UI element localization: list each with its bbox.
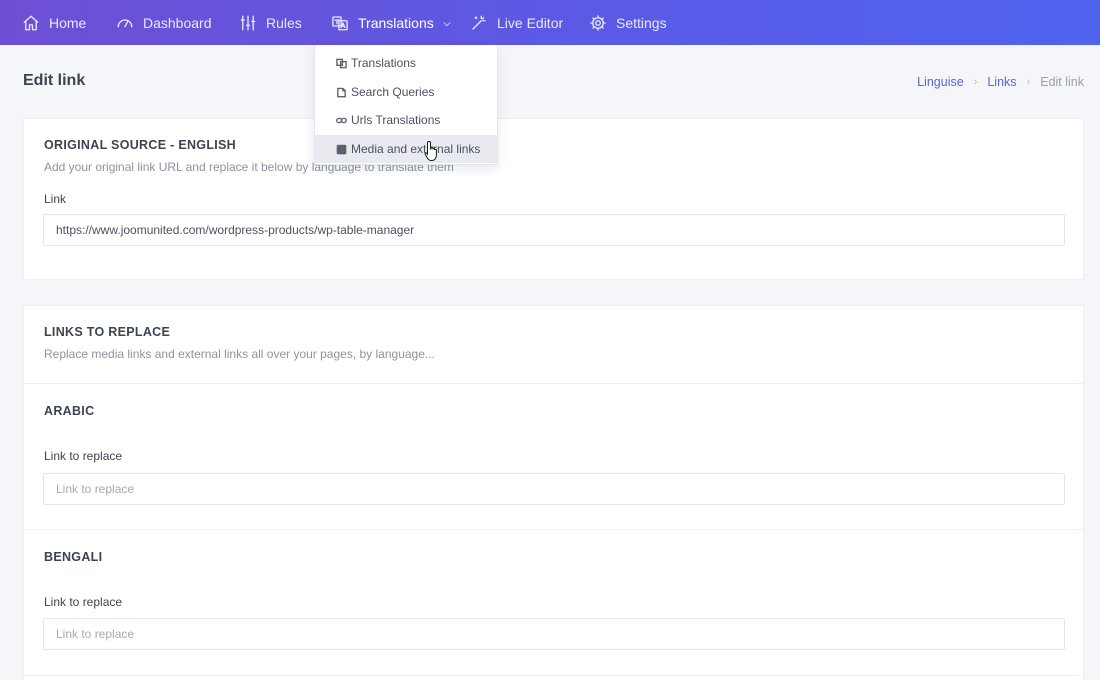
nav-dashboard[interactable]: Dashboard: [116, 0, 212, 45]
dropdown-item-label: Media and external links: [351, 142, 481, 156]
original-source-card: ORIGINAL SOURCE - ENGLISH Add your origi…: [23, 118, 1084, 280]
nav-settings[interactable]: Settings: [589, 0, 667, 45]
nav-live-editor[interactable]: Live Editor: [470, 0, 563, 45]
dropdown-item-search-queries[interactable]: Search Queries: [315, 78, 497, 106]
link-to-replace-label: Link to replace: [44, 449, 123, 463]
bengali-link-input[interactable]: [43, 618, 1065, 650]
dropdown-item-label: Translations: [351, 56, 416, 70]
breadcrumb: Linguise › Links › Edit link: [917, 75, 1084, 89]
chevron-down-icon: [443, 21, 451, 26]
section-divider: [24, 675, 1083, 676]
document-icon: [337, 87, 346, 97]
breadcrumb-linguise[interactable]: Linguise: [917, 75, 964, 89]
link-icon: [336, 117, 347, 123]
nav-translations[interactable]: Translations: [331, 0, 452, 45]
breadcrumb-separator: ›: [1026, 76, 1031, 88]
breadcrumb-current: Edit link: [1040, 75, 1084, 89]
sliders-icon: [240, 15, 256, 30]
nav-translations-label: Translations: [358, 14, 434, 31]
original-source-title: ORIGINAL SOURCE - ENGLISH: [44, 138, 237, 152]
dropdown-item-translations[interactable]: Translations: [315, 49, 497, 77]
translate-icon: [336, 58, 347, 68]
link-to-replace-label: Link to replace: [44, 595, 123, 609]
nav-home-label: Home: [49, 14, 87, 31]
nav-settings-label: Settings: [616, 14, 667, 31]
page-title: Edit link: [23, 72, 86, 89]
language-title-arabic: ARABIC: [44, 404, 95, 418]
arabic-link-input[interactable]: [43, 473, 1065, 505]
gauge-icon: [117, 18, 133, 27]
nav-rules-label: Rules: [266, 14, 302, 31]
section-divider: [24, 383, 1083, 384]
home-icon: [23, 15, 39, 30]
links-to-replace-card: LINKS TO REPLACE Replace media links and…: [23, 305, 1084, 680]
dropdown-item-urls-translations[interactable]: Urls Translations: [315, 106, 497, 134]
links-to-replace-description: Replace media links and external links a…: [44, 347, 435, 361]
hand-cursor-icon: [424, 140, 437, 161]
translations-dropdown: Translations Search Queries Urls Transla…: [314, 45, 498, 165]
gear-icon: [590, 14, 606, 31]
breadcrumb-separator: ›: [973, 76, 978, 88]
top-navbar: Home Dashboard Rules Translations Live E…: [0, 0, 1100, 45]
dropdown-item-label: Search Queries: [351, 85, 435, 99]
translate-icon: [332, 15, 348, 30]
magic-wand-icon: [472, 15, 486, 30]
section-divider: [24, 529, 1083, 530]
nav-dashboard-label: Dashboard: [143, 14, 212, 31]
nav-live-editor-label: Live Editor: [497, 14, 564, 31]
original-link-input[interactable]: [43, 214, 1065, 246]
language-title-bengali: BENGALI: [44, 550, 103, 564]
nav-home[interactable]: Home: [22, 0, 86, 45]
dropdown-item-label: Urls Translations: [351, 113, 441, 127]
breadcrumb-links[interactable]: Links: [987, 75, 1016, 89]
image-icon: [336, 144, 347, 154]
dropdown-item-media-external-links[interactable]: Media and external links: [315, 135, 497, 163]
links-to-replace-title: LINKS TO REPLACE: [44, 325, 171, 339]
link-label: Link: [44, 192, 67, 206]
nav-rules[interactable]: Rules: [239, 0, 302, 45]
